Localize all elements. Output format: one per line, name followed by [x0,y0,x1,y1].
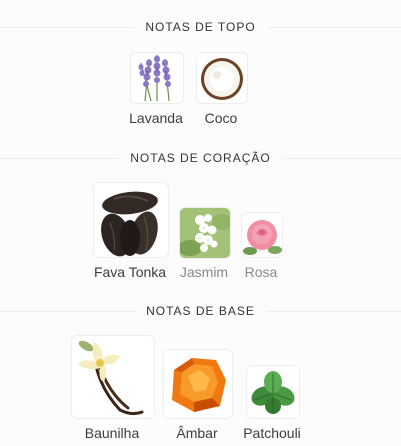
note-amber[interactable]: Âmbar [163,349,233,445]
section-header-top-notes: NOTAS DE TOPO [0,18,401,38]
note-label: Rosa [244,264,278,280]
section-header-heart-notes: NOTAS DE CORAÇÃO [0,149,401,169]
section-title-heart-notes: NOTAS DE CORAÇÃO [118,149,283,167]
tonka-bean-icon [93,182,169,258]
rose-icon [241,212,283,258]
section-header-base-notes: NOTAS DE BASE [0,302,401,322]
patchouli-icon [246,365,300,419]
note-label: Patchouli [243,425,301,441]
note-tonka-bean[interactable]: Fava Tonka [93,182,169,282]
lavender-icon [130,52,184,104]
vanilla-icon [71,335,155,419]
note-patchouli[interactable]: Patchouli [243,365,301,445]
note-label: Coco [204,110,238,126]
note-coconut[interactable]: Coco [196,52,248,132]
jasmine-icon [179,207,231,259]
note-rose[interactable]: Rosa [241,212,283,282]
coconut-icon [196,52,248,104]
note-lavender[interactable]: Lavanda [129,52,184,132]
section-title-base-notes: NOTAS DE BASE [134,302,267,320]
note-vanilla[interactable]: Baunilha [71,335,155,445]
amber-icon [163,349,233,419]
section-title-top-notes: NOTAS DE TOPO [133,18,268,36]
